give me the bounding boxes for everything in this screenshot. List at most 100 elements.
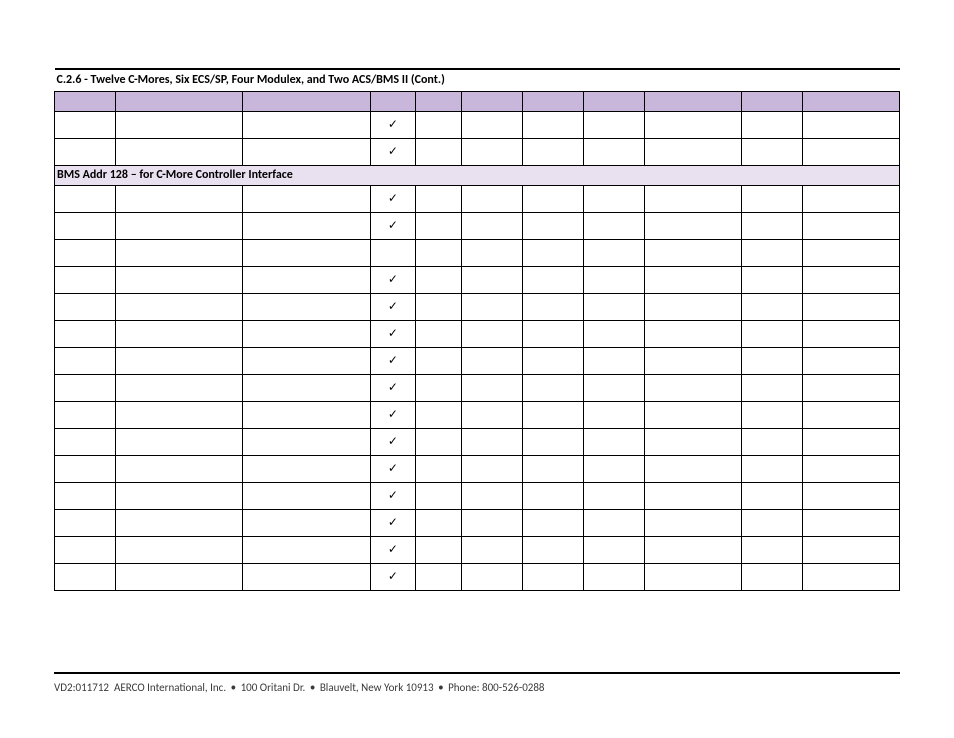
cell: [243, 320, 370, 347]
cell: [645, 347, 742, 374]
cell: [55, 293, 116, 320]
cell: [742, 563, 803, 590]
cell: [416, 266, 462, 293]
footer-phone: Phone: 800-526-0288: [448, 681, 544, 694]
cell: [523, 374, 584, 401]
cell: [462, 455, 523, 482]
footer: VD2:011712 AERCO International, Inc. • 1…: [54, 681, 900, 694]
table-row: ✓: [55, 455, 900, 482]
cell: [584, 212, 645, 239]
cell: ✓: [370, 401, 416, 428]
cell: [742, 239, 803, 266]
cell: [462, 536, 523, 563]
cell: [803, 374, 900, 401]
cell: [416, 509, 462, 536]
cell: ✓: [370, 138, 416, 165]
table-row: ✓: [55, 212, 900, 239]
cell: ✓: [370, 455, 416, 482]
cell: [55, 455, 116, 482]
cell: ✓: [370, 482, 416, 509]
check-icon: ✓: [388, 145, 398, 159]
check-icon: ✓: [388, 570, 398, 584]
bullet-icon: •: [229, 681, 238, 694]
cell: [523, 563, 584, 590]
cell: [742, 111, 803, 138]
check-icon: ✓: [388, 408, 398, 422]
table-row: ✓: [55, 185, 900, 212]
table-row: ✓: [55, 536, 900, 563]
cell: [742, 509, 803, 536]
table-title-row: C.2.6 - Twelve C-Mores, Six ECS/SP, Four…: [55, 69, 900, 91]
cell: [523, 455, 584, 482]
table-row: ✓: [55, 428, 900, 455]
cell: [742, 320, 803, 347]
check-icon: ✓: [388, 300, 398, 314]
cell: [243, 239, 370, 266]
cell: [584, 401, 645, 428]
cell: ✓: [370, 428, 416, 455]
cell: [742, 293, 803, 320]
cell: [645, 428, 742, 455]
cell: [243, 563, 370, 590]
cell: [742, 374, 803, 401]
cell: [645, 401, 742, 428]
cell: [243, 347, 370, 374]
cell: ✓: [370, 111, 416, 138]
check-icon: ✓: [388, 192, 398, 206]
cell: [523, 347, 584, 374]
cell: [462, 111, 523, 138]
cell: [462, 374, 523, 401]
cell: [462, 509, 523, 536]
cell: [523, 138, 584, 165]
cell: [584, 374, 645, 401]
cell: [523, 401, 584, 428]
check-icon: ✓: [388, 462, 398, 476]
cell: [803, 455, 900, 482]
cell: [462, 320, 523, 347]
cell: [55, 138, 116, 165]
cell: [803, 293, 900, 320]
cell: [803, 347, 900, 374]
cell: ✓: [370, 185, 416, 212]
footer-company: AERCO International, Inc.: [114, 681, 226, 694]
cell: [462, 266, 523, 293]
footer-rule: [54, 672, 900, 674]
cell: [803, 266, 900, 293]
cell: [523, 239, 584, 266]
cell: [116, 293, 243, 320]
cell: [742, 455, 803, 482]
cell: [116, 138, 243, 165]
cell: [55, 563, 116, 590]
cell: [243, 509, 370, 536]
cell: [645, 482, 742, 509]
cell: [584, 185, 645, 212]
cell: [645, 320, 742, 347]
check-icon: ✓: [388, 327, 398, 341]
cell: [55, 401, 116, 428]
cell: [243, 212, 370, 239]
cell: [55, 111, 116, 138]
cell: [116, 111, 243, 138]
table-row: ✓: [55, 320, 900, 347]
check-icon: ✓: [388, 381, 398, 395]
table-row: ✓: [55, 293, 900, 320]
cell: [462, 239, 523, 266]
cell: [523, 428, 584, 455]
check-icon: ✓: [388, 273, 398, 287]
cell: [116, 374, 243, 401]
cell: [803, 185, 900, 212]
cell: [416, 374, 462, 401]
cell: [243, 455, 370, 482]
cell: [116, 482, 243, 509]
cell: [803, 482, 900, 509]
cell: [645, 509, 742, 536]
subheader-row: BMS Addr 128 – for C-More Controller Int…: [55, 165, 900, 185]
cell: [584, 428, 645, 455]
cell: [584, 111, 645, 138]
cell: [55, 266, 116, 293]
table-row: ✓: [55, 138, 900, 165]
cell: [416, 401, 462, 428]
cell: [742, 347, 803, 374]
cell: [55, 347, 116, 374]
cell: [243, 401, 370, 428]
